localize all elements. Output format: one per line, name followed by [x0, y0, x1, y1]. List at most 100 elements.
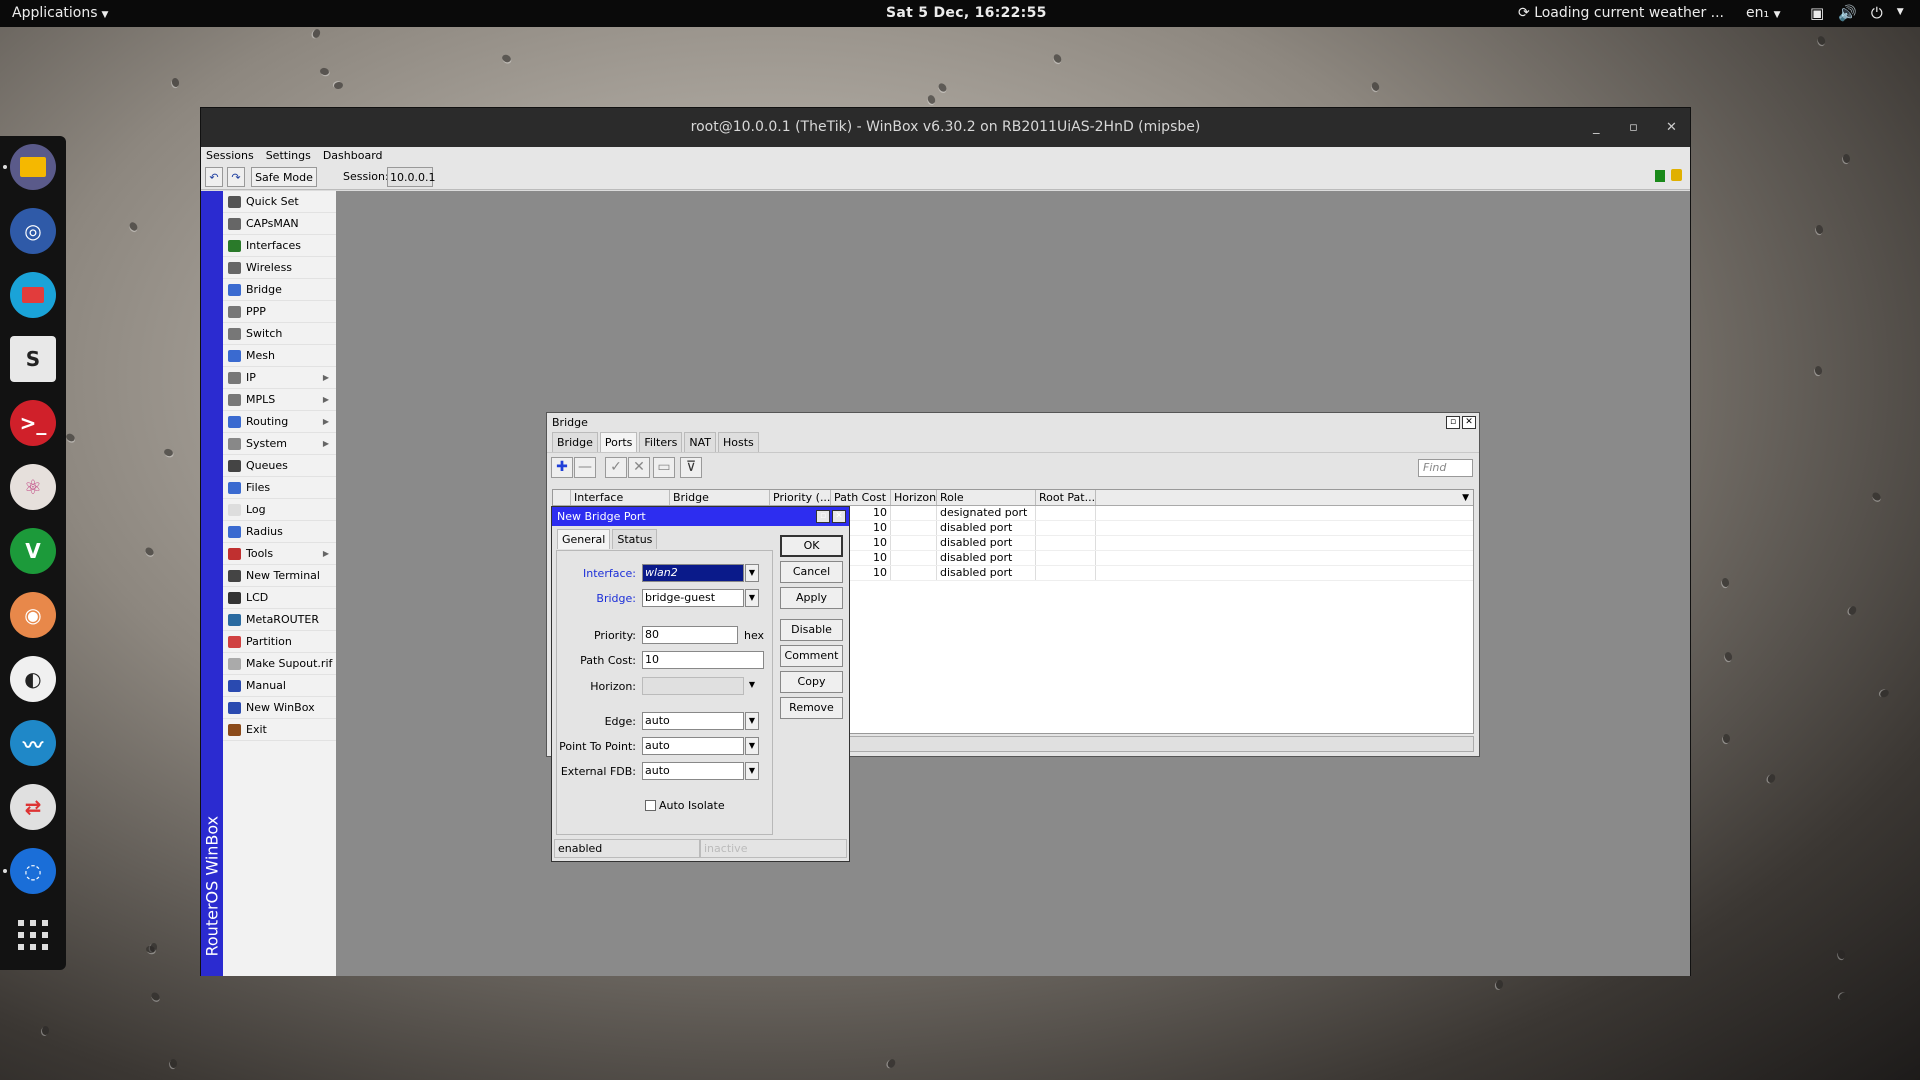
col-priority[interactable]: Priority (...	[770, 490, 831, 505]
ok-button[interactable]: OK	[780, 535, 843, 557]
clock[interactable]: Sat 5 Dec, 16:22:55	[886, 5, 1047, 21]
close-icon[interactable]: ✕	[1666, 108, 1677, 147]
sidebar-item-queues[interactable]: Queues	[223, 455, 336, 477]
sidebar-item-ip[interactable]: IP ▶	[223, 367, 336, 389]
disable-icon[interactable]: ✕	[628, 457, 650, 478]
window-titlebar[interactable]: root@10.0.0.1 (TheTik) - WinBox v6.30.2 …	[201, 108, 1690, 147]
sidebar-item-system[interactable]: System ▶	[223, 433, 336, 455]
browser-icon[interactable]: ◎	[10, 208, 56, 254]
globe-icon[interactable]: ◌	[10, 848, 56, 894]
interface-select[interactable]: wlan2	[642, 564, 744, 582]
sidebar-item-routing[interactable]: Routing ▶	[223, 411, 336, 433]
tab-ports[interactable]: Ports	[599, 432, 638, 452]
enable-icon[interactable]: ✓	[605, 457, 627, 478]
tab-general[interactable]: General	[557, 529, 611, 549]
edge-select[interactable]: auto	[642, 712, 744, 730]
sidebar-item-tools[interactable]: Tools ▶	[223, 543, 336, 565]
chevron-down-icon[interactable]: ▼	[745, 762, 759, 780]
slack-icon[interactable]: S	[10, 336, 56, 382]
find-input[interactable]: Find	[1418, 459, 1473, 477]
sidebar-item-switch[interactable]: Switch	[223, 323, 336, 345]
close-icon[interactable]: ✕	[832, 510, 846, 523]
priority-input[interactable]: 80	[642, 626, 738, 644]
sidebar-item-capsman[interactable]: CAPsMAN	[223, 213, 336, 235]
session-field[interactable]: 10.0.0.1	[387, 167, 435, 187]
sidebar-item-manual[interactable]: Manual	[223, 675, 336, 697]
add-icon[interactable]: ✚	[551, 457, 573, 478]
contrast-icon[interactable]: ◐	[10, 656, 56, 702]
show-apps-icon[interactable]	[18, 920, 48, 950]
tab-nat[interactable]: NAT	[684, 432, 717, 452]
col-horizon[interactable]: Horizon	[891, 490, 937, 505]
chevron-down-icon[interactable]: ▼	[745, 589, 759, 607]
remove-icon[interactable]: —	[574, 457, 596, 478]
sidebar-item-partition[interactable]: Partition	[223, 631, 336, 653]
speaker-icon[interactable]: ◉	[10, 592, 56, 638]
system-monitor-icon[interactable]: 〰	[10, 720, 56, 766]
tab-status[interactable]: Status	[612, 529, 658, 549]
terminal-icon[interactable]: >_	[10, 400, 56, 446]
close-icon[interactable]: ✕	[1462, 416, 1476, 429]
menu-dashboard[interactable]: Dashboard	[323, 147, 383, 164]
checkbox-icon[interactable]	[645, 800, 656, 811]
point-to-point-select[interactable]: auto	[642, 737, 744, 755]
tab-hosts[interactable]: Hosts	[718, 432, 759, 452]
col-root-path[interactable]: Root Pat...	[1036, 490, 1096, 505]
safe-mode-button[interactable]: Safe Mode	[251, 167, 317, 187]
sidebar-item-ppp[interactable]: PPP	[223, 301, 336, 323]
horizon-input[interactable]	[642, 677, 744, 695]
vim-icon[interactable]: V	[10, 528, 56, 574]
cancel-button[interactable]: Cancel	[780, 561, 843, 583]
external-fdb-select[interactable]: auto	[642, 762, 744, 780]
filter-icon[interactable]: ⊽	[680, 457, 702, 478]
col-role[interactable]: Role	[937, 490, 1036, 505]
chevron-down-icon[interactable]: ▼	[745, 564, 759, 582]
restore-icon[interactable]: ▫	[816, 510, 830, 523]
sidebar-item-exit[interactable]: Exit	[223, 719, 336, 741]
sidebar-item-new-terminal[interactable]: New Terminal	[223, 565, 336, 587]
sidebar-item-new-winbox[interactable]: New WinBox	[223, 697, 336, 719]
dialog-titlebar[interactable]: New Bridge Port ▫ ✕	[552, 507, 849, 526]
sidebar-item-files[interactable]: Files	[223, 477, 336, 499]
apply-button[interactable]: Apply	[780, 587, 843, 609]
undo-icon[interactable]: ↶	[205, 167, 223, 187]
volume-icon[interactable]: 🔊	[1838, 4, 1857, 22]
disable-button[interactable]: Disable	[780, 619, 843, 641]
toggle-icon[interactable]: ⇄	[10, 784, 56, 830]
sidebar-item-mpls[interactable]: MPLS ▶	[223, 389, 336, 411]
sidebar-item-bridge[interactable]: Bridge	[223, 279, 336, 301]
sidebar-item-wireless[interactable]: Wireless	[223, 257, 336, 279]
applications-menu[interactable]: Applications ▼	[12, 5, 108, 21]
weather-indicator[interactable]: ⟳ Loading current weather ...	[1518, 5, 1724, 21]
copy-button[interactable]: Copy	[780, 671, 843, 693]
col-interface[interactable]: Interface	[571, 490, 670, 505]
chevron-down-icon[interactable]: ▼	[745, 737, 759, 755]
sidebar-item-metarouter[interactable]: MetaROUTER	[223, 609, 336, 631]
redo-icon[interactable]: ↷	[227, 167, 245, 187]
tab-bridge[interactable]: Bridge	[552, 432, 598, 452]
power-icon[interactable]: ⏻	[1871, 4, 1883, 22]
restore-icon[interactable]: ▫	[1446, 416, 1460, 429]
path-cost-input[interactable]: 10	[642, 651, 764, 669]
tab-filters[interactable]: Filters	[639, 432, 683, 452]
mail-icon[interactable]	[10, 272, 56, 318]
chevron-down-icon[interactable]: ▼	[745, 677, 759, 695]
maximize-icon[interactable]: ▫	[1629, 108, 1638, 147]
bridge-titlebar[interactable]: Bridge ▫ ✕	[547, 413, 1479, 432]
files-icon[interactable]	[10, 144, 56, 190]
column-menu-icon[interactable]: ▼	[1462, 491, 1469, 506]
sidebar-item-make-supout-rif[interactable]: Make Supout.rif	[223, 653, 336, 675]
sidebar-item-mesh[interactable]: Mesh	[223, 345, 336, 367]
comment-button[interactable]: Comment	[780, 645, 843, 667]
menu-sessions[interactable]: Sessions	[206, 147, 254, 164]
atom-icon[interactable]: ⚛	[10, 464, 56, 510]
remove-button[interactable]: Remove	[780, 697, 843, 719]
minimize-icon[interactable]: _	[1593, 108, 1600, 147]
comment-icon[interactable]: ▭	[653, 457, 675, 478]
sidebar-item-log[interactable]: Log	[223, 499, 336, 521]
col-path-cost[interactable]: Path Cost	[831, 490, 891, 505]
sidebar-item-interfaces[interactable]: Interfaces	[223, 235, 336, 257]
window-icon[interactable]: ▣	[1810, 4, 1824, 22]
sidebar-item-lcd[interactable]: LCD	[223, 587, 336, 609]
sidebar-item-radius[interactable]: Radius	[223, 521, 336, 543]
